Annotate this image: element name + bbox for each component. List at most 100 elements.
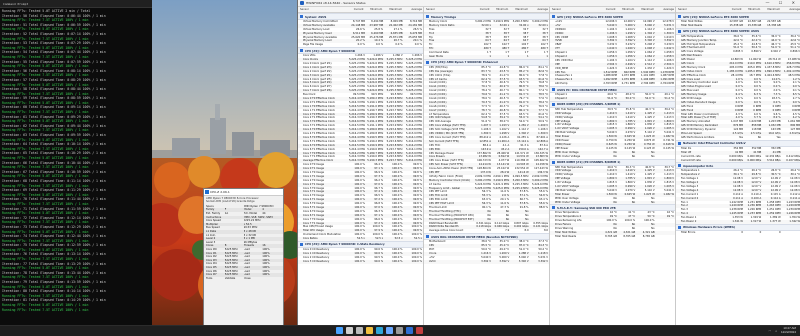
- column-header-minimum[interactable]: Minimum: [617, 7, 636, 12]
- sensor-group-header[interactable]: CPU [#0]: AMD Ryzen 7 9800X3D: Enhanced: [424, 58, 549, 66]
- hwinfo-icon[interactable]: [406, 327, 413, 334]
- column-header-sensor[interactable]: Sensor: [550, 7, 598, 12]
- sensor-group-header[interactable]: Memory Timings: [424, 13, 549, 20]
- column-header-current[interactable]: Current: [724, 7, 743, 12]
- sensor-group-header[interactable]: Network: Intel Ethernet Controller I226-…: [676, 139, 800, 147]
- column-header-maximum[interactable]: Maximum: [509, 7, 529, 12]
- window-controls[interactable]: — ☐ ✕: [766, 0, 799, 6]
- column-header-minimum[interactable]: Minimum: [743, 7, 762, 12]
- clock[interactable]: 10:27 AM 12/22/2024: [781, 327, 796, 334]
- start-icon[interactable]: [336, 327, 343, 334]
- terminal-icon[interactable]: [396, 327, 403, 334]
- sensor-group-header[interactable]: GPU [#0]: NVIDIA GeForce RTX 4080 SUPER: [676, 13, 800, 20]
- store-icon[interactable]: [386, 327, 393, 334]
- hwinfo-window[interactable]: HWiNFO64 v8.14-5640 - Sensors Status — ☐…: [297, 0, 800, 325]
- sensor-value: 1.317 W: [750, 219, 762, 223]
- chip-icon: [552, 15, 555, 18]
- sensor-value: No: [757, 135, 762, 139]
- column-header-average[interactable]: Average: [403, 7, 423, 12]
- column-header-minimum[interactable]: Minimum: [365, 7, 384, 12]
- column-header-sensor[interactable]: Sensor: [424, 7, 472, 12]
- volume-icon[interactable]: ◖: [775, 329, 777, 333]
- sensor-row[interactable]: Core 3 C0 Residency 100.0 % 99.6 % 100.0 % 1…: [298, 259, 423, 264]
- column-header-current[interactable]: Current: [472, 7, 491, 12]
- column-header-average[interactable]: Average: [781, 7, 800, 12]
- terminal-line-text: Iteration: 73 Total Elapsed Time: 0:12:2…: [2, 224, 106, 229]
- sensor-group-header[interactable]: Aquacomputer Octo: [676, 162, 800, 170]
- sensor-value: 0: [759, 230, 762, 234]
- cpuz-title: CPU-Z 2.06.1: [210, 190, 230, 194]
- sensor-group-header[interactable]: DDR5 DIMM [#0] (P0 CHANNEL A/DIMM 1): [550, 100, 675, 108]
- terminal-line-text: Iteration: 54 Total Elapsed Time: 0:07:4…: [2, 50, 106, 55]
- sensor-group-header[interactable]: System: ASUS: [298, 13, 423, 20]
- hwinfo-titlebar[interactable]: HWiNFO64 v8.14-5640 - Sensors Status — ☐…: [298, 0, 800, 7]
- sensor-group-header[interactable]: CPU [#0]: AMD Ryzen 7 9800X3D: C-State R…: [298, 240, 423, 248]
- sensor-group-header[interactable]: Windows Hardware Errors (WHEA): [676, 223, 800, 231]
- terminal-line-text: Iteration: 55 Total Elapsed Time: 0:07:5…: [2, 59, 106, 64]
- sensor-row[interactable]: Average Active Core Count 8.0 7.9 8.0 8.0: [424, 229, 549, 233]
- column-header-current[interactable]: Current: [346, 7, 365, 12]
- sensor-value: 1: [546, 55, 549, 59]
- sensor-value: 51.0 °C: [607, 97, 617, 101]
- terminal-line-text: Iteration: 63 Total Elapsed Time: 0:09:5…: [2, 133, 106, 138]
- sensor-group-title: DDR5 DIMM [#1] (P0 CHANNEL B/DIMM 1): [557, 160, 621, 164]
- chip-icon: [678, 141, 681, 145]
- clock-date: 12/22/2024: [780, 330, 796, 334]
- file-explorer-icon[interactable]: [366, 327, 373, 334]
- sensor-row[interactable]: Total Host Reads 15,338 GB 15,338 GB 15,338…: [676, 23, 800, 28]
- cpuz-window[interactable]: CPU-Z 2.06.1 AMD Ryzen 7 9800X3D 8-Core …: [203, 188, 284, 327]
- sensor-row[interactable]: Page File Usage 0.0 % 0.0 % 0.0 % 0.0 %: [298, 43, 423, 47]
- cpuz-value: Validate: [224, 276, 236, 280]
- sensor-row[interactable]: Core Ratios 52.5 x 52.5 x 52.5 x 52.5 x: [298, 237, 423, 241]
- column-header-sensor[interactable]: Sensor: [676, 7, 724, 12]
- terminal-line-text: Running FFTs: Tested 7.5T ACTIVE 100% / …: [2, 91, 89, 96]
- terminal-titlebar[interactable]: Command Prompt: [0, 0, 152, 8]
- sensor-group-header[interactable]: S.M.A.R.T.: Samsung SSD 990 PRO 2TB: [550, 204, 675, 212]
- sensor-group-rows: Virtual Memory Committed 8,747 MB 8,494 MB…: [298, 20, 423, 47]
- sensor-row[interactable]: Total Errors 0 0 0: [676, 231, 800, 235]
- sensor-row[interactable]: Total Host Reads 8,765 GB 8,765 GB 8,765 GB: [550, 235, 675, 239]
- sensor-column: Sensor Current Minimum Maximum Average Memory…: [424, 7, 550, 325]
- column-header-maximum[interactable]: Maximum: [761, 7, 781, 12]
- sensor-name: Average Active Core Count: [429, 229, 464, 233]
- sensor-row[interactable]: Current UP rate 0.000 KB/s 0.000 KB/s 3.514…: [676, 158, 800, 163]
- cpuz-titlebar[interactable]: CPU-Z 2.06.1: [204, 189, 283, 196]
- sensor-name: Total Host Reads: [681, 23, 703, 27]
- sensor-group-title: ASUS EC: ROG CROSSHAIR X870E HERO: [557, 87, 617, 92]
- column-header-average[interactable]: Average: [529, 7, 549, 12]
- column-header-current[interactable]: Current: [598, 7, 617, 12]
- sensor-group-header[interactable]: ASUS ROG CROSSHAIR X870E HERO (Nuvoton N…: [424, 233, 549, 241]
- wifi-icon[interactable]: ◠: [769, 329, 772, 333]
- sensor-group-header[interactable]: DDR5 DIMM [#1] (P0 CHANNEL B/DIMM 1): [550, 158, 675, 166]
- cpuz-icon[interactable]: [416, 327, 423, 334]
- search-icon[interactable]: [346, 327, 353, 334]
- column-header-average[interactable]: Average: [655, 7, 675, 12]
- sensor-value: 100.0 %: [392, 259, 403, 263]
- sensor-row[interactable]: Gear Mode 1 1 1 1: [424, 55, 549, 59]
- sensor-row[interactable]: GPU Performance Limiters Yes No Yes: [676, 136, 800, 140]
- sensor-row[interactable]: PMIC Under Voltage No No No: [550, 155, 675, 159]
- edge-icon[interactable]: [376, 327, 383, 334]
- sensor-value: 15,338 GB: [747, 23, 762, 27]
- sensor-row[interactable]: Fan Power 2 1.341 W 1.317 W 1.377 W 1.342 W: [676, 219, 800, 224]
- sensor-group-title: GPU [#0]: NVIDIA GeForce RTX 4080 SUPER:…: [683, 29, 760, 34]
- task-view-icon[interactable]: [356, 327, 363, 334]
- sensor-group-rows: SPD Hub Temperature 40.0 °C 36.3 °C 40.8 °C…: [550, 166, 675, 205]
- sensor-value: 50.0 °C: [625, 97, 636, 101]
- sensor-group-rows: Memory Clock 3,200.2 MHz 3,199.9 MHz 3,200.…: [424, 20, 549, 59]
- column-header-minimum[interactable]: Minimum: [491, 7, 510, 12]
- column-header-maximum[interactable]: Maximum: [383, 7, 403, 12]
- sensor-row[interactable]: AVCC 3.392 V 3.392 V 3.392 V 3.392 V: [424, 259, 549, 264]
- terminal-window[interactable]: Command Prompt Running FFTs: Tested 5.0T…: [0, 0, 152, 325]
- column-header-sensor[interactable]: Sensor: [298, 7, 346, 12]
- sensor-row[interactable]: PMIC Under Voltage No No No: [550, 200, 675, 205]
- sensor-group-header[interactable]: GPU [#0]: NVIDIA GeForce RTX 4080 SUPER: [550, 13, 675, 20]
- sensor-row[interactable]: AIO Pump 2,763 RPM 2,731 RPM 2,796 RPM 2,764…: [550, 82, 675, 86]
- sensor-value: [782, 136, 800, 140]
- sensor-group-header[interactable]: ASUS EC: ROG CROSSHAIR X870E HERO: [550, 86, 675, 94]
- sensor-group-header[interactable]: GPU [#0]: NVIDIA GeForce RTX 4080 SUPER:…: [676, 27, 800, 35]
- sensor-value: 1: [507, 55, 510, 59]
- sensor-group-header[interactable]: CPU [#0]: AMD Ryzen 7 9800X3D: [298, 47, 423, 55]
- column-header-maximum[interactable]: Maximum: [635, 7, 655, 12]
- sensor-row[interactable]: Chipset 2 51.0 °C 50.0 °C 52.0 °C 51.2 °C: [550, 97, 675, 101]
